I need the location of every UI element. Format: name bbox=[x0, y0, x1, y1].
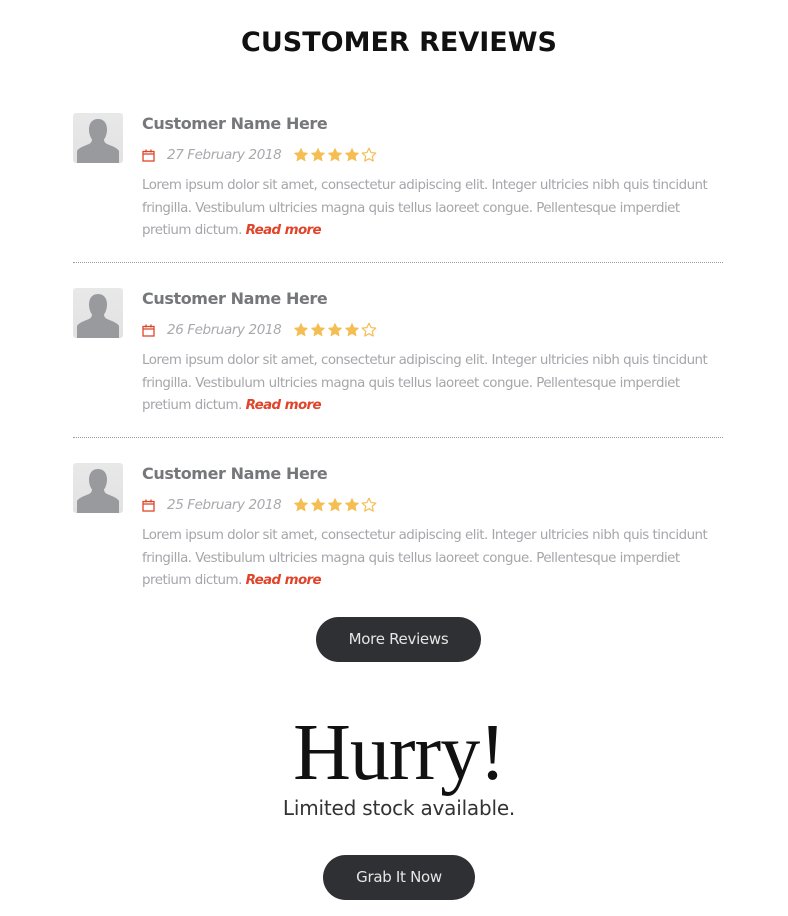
review-body: Lorem ipsum dolor sit amet, consectetur … bbox=[142, 353, 708, 413]
star-filled-icon bbox=[327, 497, 343, 513]
review-text: Lorem ipsum dolor sit amet, consectetur … bbox=[142, 175, 712, 243]
review-text: Lorem ipsum dolor sit amet, consectetur … bbox=[142, 350, 712, 418]
star-rating bbox=[293, 147, 377, 163]
review-meta: 27 February 2018 bbox=[142, 146, 377, 164]
star-outline-icon bbox=[361, 322, 377, 338]
read-more-link[interactable]: Read more bbox=[246, 573, 322, 588]
read-more-link[interactable]: Read more bbox=[246, 398, 322, 413]
review-meta: 26 February 2018 bbox=[142, 321, 377, 339]
star-filled-icon bbox=[310, 322, 326, 338]
star-filled-icon bbox=[293, 497, 309, 513]
customer-name: Customer Name Here bbox=[142, 289, 328, 308]
star-outline-icon bbox=[361, 497, 377, 513]
star-filled-icon bbox=[310, 497, 326, 513]
review-body: Lorem ipsum dolor sit amet, consectetur … bbox=[142, 178, 708, 238]
promo-headline: Hurry! bbox=[0, 708, 788, 799]
calendar-icon bbox=[142, 499, 155, 512]
grab-it-now-button[interactable]: Grab It Now bbox=[323, 855, 475, 900]
avatar bbox=[73, 463, 123, 513]
calendar-icon bbox=[142, 324, 155, 337]
calendar-icon bbox=[142, 149, 155, 162]
star-rating bbox=[293, 322, 377, 338]
user-silhouette-icon bbox=[77, 294, 119, 338]
review-date: 25 February 2018 bbox=[167, 497, 282, 513]
star-filled-icon bbox=[293, 147, 309, 163]
star-filled-icon bbox=[310, 147, 326, 163]
review-meta: 25 February 2018 bbox=[142, 496, 377, 514]
read-more-link[interactable]: Read more bbox=[246, 223, 322, 238]
star-rating bbox=[293, 497, 377, 513]
customer-name: Customer Name Here bbox=[142, 114, 328, 133]
divider bbox=[73, 437, 723, 438]
customer-name: Customer Name Here bbox=[142, 464, 328, 483]
review-text: Lorem ipsum dolor sit amet, consectetur … bbox=[142, 525, 712, 593]
avatar bbox=[73, 113, 123, 163]
promo-headline-text: Hurry! bbox=[293, 709, 506, 797]
user-silhouette-icon bbox=[77, 469, 119, 513]
star-outline-icon bbox=[361, 147, 377, 163]
star-filled-icon bbox=[293, 322, 309, 338]
divider bbox=[73, 262, 723, 263]
review-date: 27 February 2018 bbox=[167, 147, 282, 163]
review-date: 26 February 2018 bbox=[167, 322, 282, 338]
page-title: CUSTOMER REVIEWS bbox=[241, 27, 557, 58]
user-silhouette-icon bbox=[77, 119, 119, 163]
star-filled-icon bbox=[327, 322, 343, 338]
more-reviews-button[interactable]: More Reviews bbox=[316, 617, 481, 662]
star-filled-icon bbox=[327, 147, 343, 163]
star-filled-icon bbox=[344, 147, 360, 163]
promo-subtext: Limited stock available. bbox=[282, 796, 516, 820]
avatar bbox=[73, 288, 123, 338]
review-body: Lorem ipsum dolor sit amet, consectetur … bbox=[142, 528, 708, 588]
star-filled-icon bbox=[344, 497, 360, 513]
star-filled-icon bbox=[344, 322, 360, 338]
